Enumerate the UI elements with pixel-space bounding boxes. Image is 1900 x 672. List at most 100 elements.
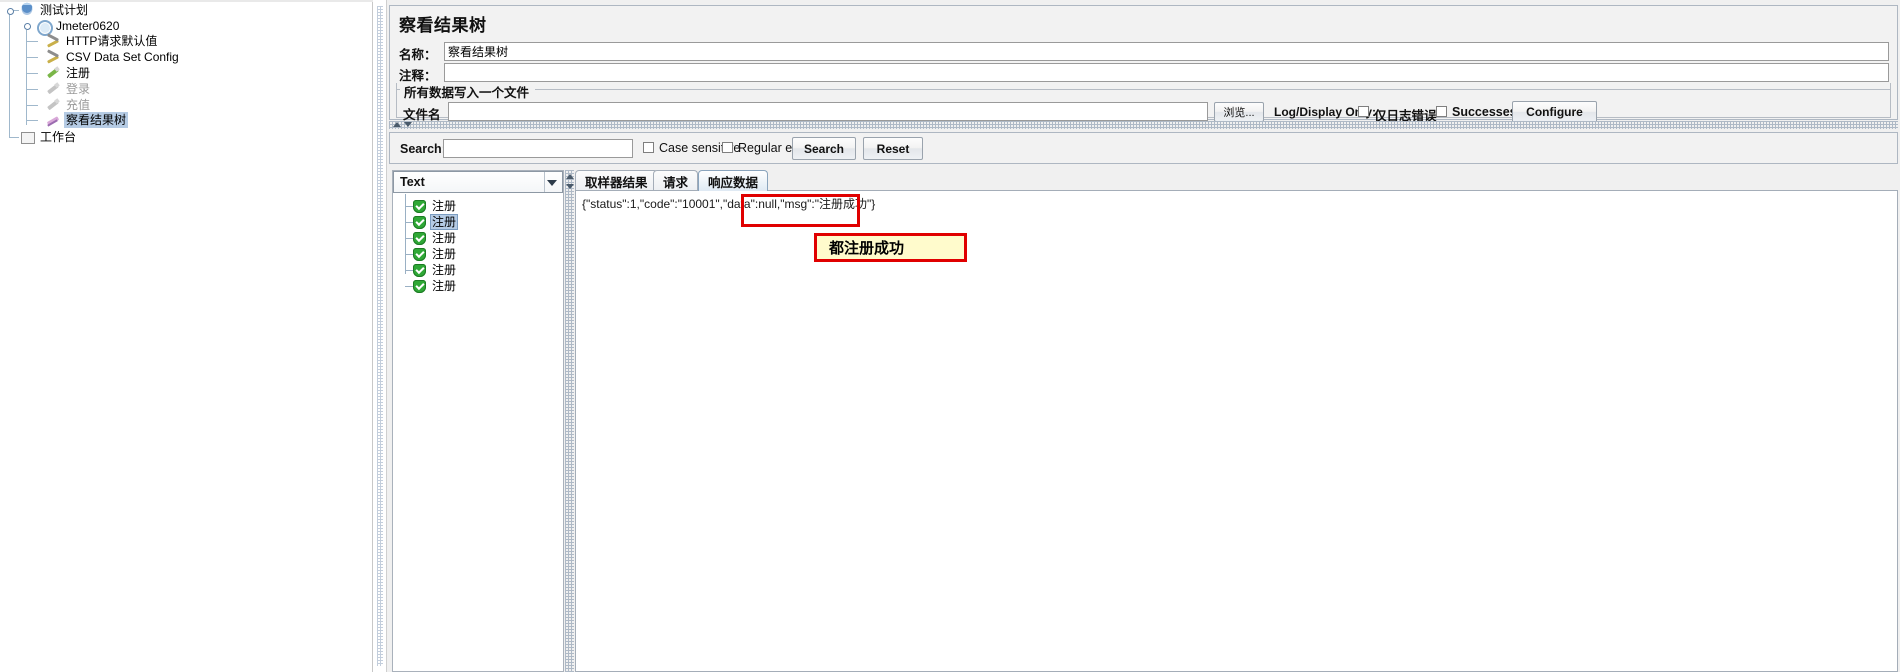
renderer-dropdown[interactable]: Text <box>393 171 563 193</box>
tree-node-label: Jmeter0620 <box>56 19 120 33</box>
annotation-callout: 都注册成功 <box>814 233 967 262</box>
config-element-icon <box>45 49 61 65</box>
search-bar: Search: Case sensitive Regular exp. Sear… <box>389 132 1898 164</box>
tab-response-data[interactable]: 响应数据 <box>698 170 769 191</box>
vertical-splitter[interactable] <box>565 170 574 672</box>
name-input[interactable] <box>444 42 1889 61</box>
list-item-label: 注册 <box>432 247 457 261</box>
comment-input[interactable] <box>444 63 1889 82</box>
tree-node-view-results-tree[interactable]: 察看结果树 <box>45 112 129 128</box>
sample-result-list[interactable]: 注册 注册 注册 注册 注册 注册 <box>393 194 563 671</box>
tree-dash-5 <box>26 105 38 106</box>
view-results-tree-icon <box>45 112 61 128</box>
splitter-right-icon[interactable] <box>566 184 574 189</box>
search-input[interactable] <box>443 139 633 158</box>
tree-line-root <box>9 14 10 138</box>
response-data-body[interactable]: {"status":1,"code":"10001","data":null,"… <box>575 190 1898 672</box>
tree-dash-3 <box>26 73 38 74</box>
list-item[interactable]: 注册 <box>399 246 458 262</box>
tab-label: 取样器结果 <box>585 175 648 190</box>
horizontal-splitter[interactable] <box>389 121 1898 129</box>
list-item-label: 注册 <box>432 199 457 213</box>
name-label: 名称： <box>399 48 437 62</box>
group-border-right <box>535 89 1891 90</box>
tab-request[interactable]: 请求 <box>653 170 699 191</box>
tree-node-register[interactable]: 注册 <box>45 65 92 81</box>
tree-node-test-plan[interactable]: 测试计划 <box>19 2 90 18</box>
chevron-down-icon <box>547 180 557 186</box>
listener-header-group: 察看结果树 名称： 注释： 所有数据写入一个文件 文件名 浏览... Log/D… <box>389 5 1898 123</box>
tree-node-http-defaults[interactable]: HTTP请求默认值 <box>45 33 159 49</box>
tree-node-thread-group[interactable]: Jmeter0620 <box>35 18 121 36</box>
http-sampler-icon <box>45 65 61 81</box>
tree-line-branch <box>26 30 27 125</box>
tree-node-recharge[interactable]: 充值 <box>45 97 92 113</box>
splitter-arrows[interactable] <box>391 121 417 129</box>
success-shield-icon <box>413 263 426 277</box>
http-sampler-icon <box>45 81 61 97</box>
success-shield-icon <box>413 215 426 229</box>
tree-dash-6 <box>26 120 38 121</box>
tree-node-workbench[interactable]: 工作台 <box>19 129 78 145</box>
write-results-to-file-title: 所有数据写入一个文件 <box>400 82 534 101</box>
test-plan-tree-panel: 测试计划 Jmeter0620 HTTP请求默认值 CSV Data Set C… <box>0 0 373 672</box>
success-shield-icon <box>413 279 426 293</box>
main-panel: 察看结果树 名称： 注释： 所有数据写入一个文件 文件名 浏览... Log/D… <box>373 0 1900 672</box>
splitter-left-icon[interactable] <box>566 174 574 179</box>
tree-node-login[interactable]: 登录 <box>45 81 92 97</box>
renderer-dropdown-value: Text <box>400 175 425 189</box>
tree-dash-4 <box>26 89 38 90</box>
collapse-down-icon[interactable] <box>404 122 412 127</box>
list-item-label: 注册 <box>430 214 459 230</box>
tab-sampler-result[interactable]: 取样器结果 <box>575 170 658 191</box>
workbench-icon <box>19 129 35 145</box>
case-sensitive-checkbox[interactable] <box>643 142 654 153</box>
tree-node-label: CSV Data Set Config <box>66 50 179 64</box>
successes-only-checkbox[interactable] <box>1436 106 1447 117</box>
view-results-tree-editor: 察看结果树 名称： 注释： 所有数据写入一个文件 文件名 浏览... Log/D… <box>387 0 1900 672</box>
result-tab-pane: 取样器结果 请求 响应数据 {"status":1,"code":"10001"… <box>575 170 1898 672</box>
list-item[interactable]: 注册 <box>399 214 459 230</box>
reset-button[interactable]: Reset <box>863 137 923 160</box>
results-area: Text 注册 注册 注册 注册 注册 注册 取样器结果 请求 响应数据 {"s… <box>389 168 1898 672</box>
splitter-grip-icon <box>377 6 383 666</box>
jmeter-window: 测试计划 Jmeter0620 HTTP请求默认值 CSV Data Set C… <box>0 0 1900 672</box>
tree-node-label: 充值 <box>66 98 91 112</box>
list-item[interactable]: 注册 <box>399 262 458 278</box>
list-item-label: 注册 <box>432 279 457 293</box>
regular-exp-checkbox[interactable] <box>722 142 733 153</box>
success-shield-icon <box>413 247 426 261</box>
tree-node-label: 登录 <box>66 82 91 96</box>
list-item[interactable]: 注册 <box>399 198 458 214</box>
errors-only-checkbox[interactable] <box>1358 106 1369 117</box>
tree-node-csv-data-set[interactable]: CSV Data Set Config <box>45 49 181 65</box>
list-item-label: 注册 <box>432 231 457 245</box>
annotation-callout-text: 都注册成功 <box>829 240 905 257</box>
success-shield-icon <box>413 231 426 245</box>
collapse-up-icon[interactable] <box>393 122 401 127</box>
http-sampler-icon <box>45 97 61 113</box>
tree-expand-handle-threadgroup[interactable] <box>22 21 31 30</box>
tab-label: 响应数据 <box>708 175 759 190</box>
tree-node-label: 注册 <box>66 66 91 80</box>
tree-dash-workbench <box>9 137 19 138</box>
results-list-panel: Text 注册 注册 注册 注册 注册 注册 <box>392 170 564 672</box>
list-item-label: 注册 <box>432 263 457 277</box>
config-element-icon <box>45 33 61 49</box>
tree-node-label: 察看结果树 <box>64 112 129 128</box>
panel-splitter-handle[interactable] <box>373 0 387 672</box>
list-item[interactable]: 注册 <box>399 230 458 246</box>
configure-button[interactable]: Configure <box>1512 101 1597 123</box>
tree-node-label: HTTP请求默认值 <box>66 34 158 48</box>
success-shield-icon <box>413 199 426 213</box>
page-title: 察看结果树 <box>399 16 487 35</box>
search-button[interactable]: Search <box>792 137 856 160</box>
browse-button[interactable]: 浏览... <box>1214 102 1264 122</box>
response-data-text: {"status":1,"code":"10001","data":null,"… <box>582 197 876 211</box>
filename-input[interactable] <box>448 102 1208 121</box>
tree-expand-handle-root[interactable] <box>5 6 14 15</box>
tab-label: 请求 <box>663 175 689 190</box>
list-item[interactable]: 注册 <box>399 278 458 294</box>
tree-dash-1 <box>26 41 38 42</box>
search-label: Search: <box>400 142 446 156</box>
